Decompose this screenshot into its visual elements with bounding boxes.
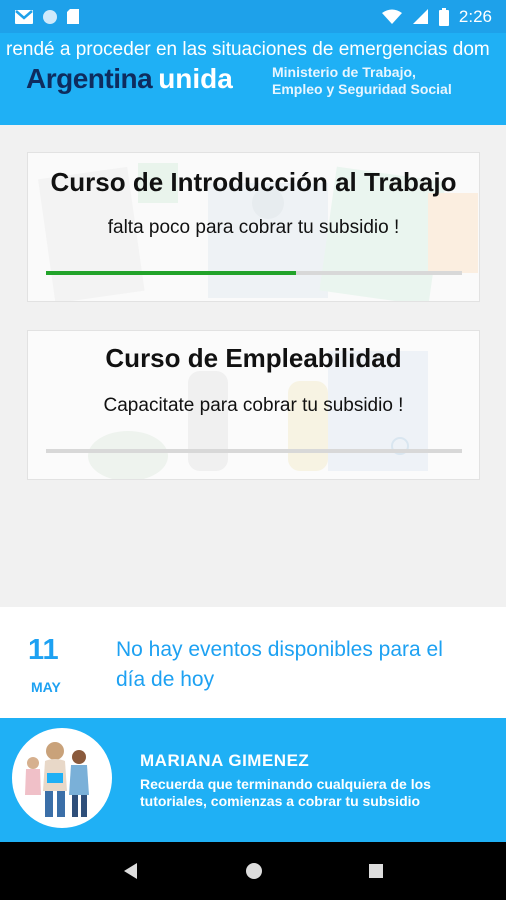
ministry-line-1: Ministerio de Trabajo, bbox=[272, 64, 416, 80]
course-subtitle: falta poco para cobrar tu subsidio ! bbox=[107, 217, 400, 238]
news-ticker: rendé a proceder en las situaciones de e… bbox=[6, 39, 490, 60]
events-message: No hay eventos disponibles para el día d… bbox=[116, 638, 443, 691]
ministry-line-2: Empleo y Seguridad Social bbox=[272, 81, 452, 97]
avatar bbox=[12, 728, 112, 828]
course-progress-bar bbox=[46, 449, 462, 453]
mentor-panel[interactable]: MARIANA GIMENEZ Recuerda que terminando … bbox=[0, 718, 506, 842]
course-subtitle: Capacitate para cobrar tu subsidio ! bbox=[103, 395, 404, 416]
mentor-name: MARIANA GIMENEZ bbox=[140, 751, 310, 770]
course-progress-bar bbox=[46, 271, 462, 275]
signal-icon bbox=[412, 8, 429, 25]
course-card-employability[interactable]: Curso de Empleabilidad Capacitate para c… bbox=[27, 330, 480, 480]
course-progress-fill bbox=[46, 271, 296, 275]
wifi-icon bbox=[381, 9, 402, 25]
course-title: Curso de Introducción al Trabajo bbox=[50, 167, 457, 197]
event-date-month: MAY bbox=[31, 679, 61, 695]
course-list: Curso de Introducción al Trabajo falta p… bbox=[0, 125, 506, 607]
course-title: Curso de Empleabilidad bbox=[105, 343, 402, 373]
notification-icons bbox=[14, 8, 80, 25]
clock: 2:26 bbox=[458, 6, 492, 26]
header-banner: rendé a proceder en las situaciones de e… bbox=[0, 33, 506, 125]
brand-secondary: unida bbox=[158, 63, 233, 94]
mentor-message: Recuerda que terminando cualquiera de lo… bbox=[140, 776, 431, 809]
brand-logo: Argentina unida bbox=[26, 63, 233, 95]
battery-icon bbox=[438, 7, 449, 26]
ministry-label: Ministerio de Trabajo, Empleo y Segurida… bbox=[272, 64, 452, 98]
event-date-day: 11 bbox=[28, 634, 59, 666]
home-icon[interactable] bbox=[245, 862, 263, 880]
gmail-icon bbox=[14, 9, 34, 25]
status-bar: 2:26 bbox=[0, 0, 506, 33]
back-icon[interactable] bbox=[122, 862, 140, 880]
sd-card-icon bbox=[66, 8, 80, 25]
course-card-intro[interactable]: Curso de Introducción al Trabajo falta p… bbox=[27, 152, 480, 302]
recents-icon[interactable] bbox=[368, 863, 384, 879]
circle-icon bbox=[42, 9, 58, 25]
brand-primary: Argentina bbox=[26, 63, 153, 94]
events-panel: 11 MAY No hay eventos disponibles para e… bbox=[0, 607, 506, 718]
system-nav-bar bbox=[0, 842, 506, 900]
